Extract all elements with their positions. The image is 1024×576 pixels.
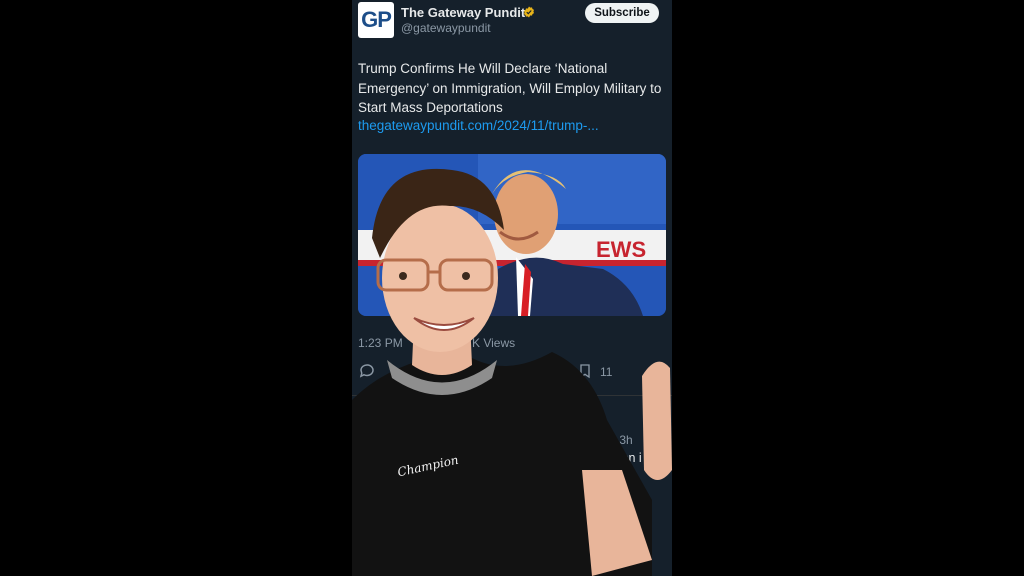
reply-text-line: st an <box>600 467 628 481</box>
verified-badge-icon <box>524 6 534 18</box>
phone-screen: GP The Gateway Pundit @gatewaypundit Sub… <box>352 0 672 576</box>
post-views: K Views <box>472 336 516 350</box>
bookmark-count: 11 <box>600 365 613 379</box>
trump-photo: EWS <box>358 154 666 316</box>
shirt-logo: Champion <box>396 452 460 480</box>
reply-icon[interactable] <box>358 362 376 380</box>
reply-meta: tkne... · 3h <box>576 433 633 447</box>
account-handle: @gatewaypundit <box>401 21 491 35</box>
post-text: Trump Confirms He Will Declare ‘National… <box>358 61 662 115</box>
post-image[interactable]: EWS <box>358 154 666 316</box>
account-avatar[interactable]: GP <box>358 2 394 38</box>
divider <box>352 395 672 396</box>
media-banner-text: EWS <box>596 237 646 262</box>
post-timestamp: 1:23 PM <box>358 336 403 350</box>
account-name[interactable]: The Gateway Pundit <box>401 5 525 20</box>
reply-text-line: migration i <box>584 451 642 465</box>
post-link[interactable]: thegatewaypundit.com/2024/11/trump-... <box>358 118 599 133</box>
video-frame: GP The Gateway Pundit @gatewaypundit Sub… <box>0 0 1024 576</box>
avatar-text: GP <box>361 7 392 32</box>
subscribe-button[interactable]: Subscribe <box>585 3 659 23</box>
bookmark-icon[interactable] <box>577 362 593 380</box>
